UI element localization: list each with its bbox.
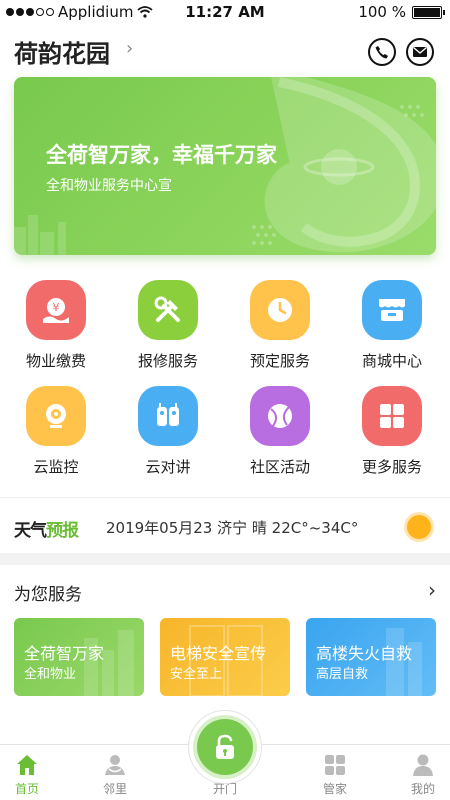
weather-bar[interactable]: 天气预报 2019年05月23 济宁 晴 22C°~34C°	[0, 497, 450, 553]
battery-icon	[412, 5, 445, 19]
grid-label: 云对讲	[145, 458, 191, 476]
grid-item-repair[interactable]: 报修服务	[112, 280, 224, 380]
service-card[interactable]: 全荷智万家 全和物业	[14, 618, 144, 696]
community-title[interactable]: 荷韵花园	[14, 34, 110, 69]
grid-item-property-fee[interactable]: ¥ 物业缴费	[0, 280, 112, 380]
tab-profile[interactable]: 我的	[378, 745, 450, 800]
status-bar: Applidium 11:27 AM 100 %	[0, 0, 450, 24]
butler-icon	[325, 755, 345, 775]
weather-info: 2019年05月23 济宁 晴 22C°~34C°	[106, 519, 359, 537]
tab-home[interactable]: 首页	[0, 745, 72, 800]
grid-item-mall[interactable]: 商城中心	[336, 280, 448, 380]
grid-label: 云监控	[33, 458, 79, 476]
card-subtitle: 全和物业	[24, 667, 77, 682]
neighbors-icon	[105, 755, 125, 775]
tab-butler[interactable]: 管家	[290, 745, 380, 800]
grid-label: 社区活动	[249, 458, 310, 476]
card-title: 全荷智万家	[24, 644, 105, 663]
unlock-icon	[216, 734, 234, 759]
app-screen: Applidium 11:27 AM 100 % 荷韵花园 › 全荷智万家，幸福…	[0, 0, 450, 800]
intercom-icon	[138, 386, 198, 446]
grid-label: 物业缴费	[25, 352, 86, 370]
repair-tools-icon	[138, 280, 198, 340]
battery-area: 100 %	[358, 3, 445, 21]
tab-label: 首页	[14, 782, 39, 796]
tab-label: 管家	[322, 782, 347, 796]
card-subtitle: 安全至上	[170, 667, 223, 682]
mail-icon[interactable]	[406, 38, 434, 66]
feature-grid: ¥ 物业缴费 报修服务 预定服务 商城中心 云监控 云对讲 社区活动 更多服务	[0, 280, 450, 485]
grid-item-monitoring[interactable]: 云监控	[0, 386, 112, 486]
grid-item-community-events[interactable]: 社区活动	[224, 386, 336, 486]
promo-banner[interactable]: 全荷智万家，幸福千万家 全和物业服务中心宣	[14, 77, 436, 255]
clock-icon	[250, 280, 310, 340]
grid-label: 报修服务	[137, 352, 198, 370]
home-icon	[17, 755, 37, 775]
open-door-button[interactable]	[197, 719, 253, 775]
phone-icon[interactable]	[368, 38, 396, 66]
service-card[interactable]: 高楼失火自救 高层自救	[306, 618, 436, 696]
banner-subtitle: 全和物业服务中心宣	[46, 178, 172, 194]
chevron-right-icon[interactable]: ›	[428, 578, 436, 602]
grid-icon	[362, 386, 422, 446]
grid-item-intercom[interactable]: 云对讲	[112, 386, 224, 486]
profile-icon	[413, 754, 433, 776]
grid-label: 预定服务	[249, 352, 310, 370]
card-title: 高楼失火自救	[316, 644, 413, 663]
battery-text: 100 %	[358, 3, 406, 21]
section-divider	[0, 553, 450, 565]
tab-neighbors[interactable]: 邻里	[70, 745, 160, 800]
grid-label: 更多服务	[361, 458, 422, 476]
svg-text:¥: ¥	[53, 301, 60, 314]
grid-item-booking[interactable]: 预定服务	[224, 280, 336, 380]
banner-title: 全荷智万家，幸福千万家	[46, 143, 277, 167]
shop-icon	[362, 280, 422, 340]
card-title: 电梯安全宣传	[170, 644, 267, 663]
grid-item-more[interactable]: 更多服务	[336, 386, 448, 486]
service-card[interactable]: 电梯安全宣传 安全至上	[160, 618, 290, 696]
chevron-right-icon[interactable]: ›	[126, 38, 133, 59]
header: 荷韵花园 ›	[14, 34, 436, 70]
tab-label: 我的	[410, 782, 435, 796]
camera-icon	[26, 386, 86, 446]
sun-icon	[407, 515, 431, 539]
card-subtitle: 高层自救	[316, 667, 369, 682]
payment-icon: ¥	[26, 280, 86, 340]
ball-icon	[250, 386, 310, 446]
weather-logo: 天气预报	[14, 521, 79, 541]
tab-label: 邻里	[102, 782, 127, 796]
grid-label: 商城中心	[361, 352, 422, 370]
services-heading: 为您服务	[14, 585, 82, 605]
